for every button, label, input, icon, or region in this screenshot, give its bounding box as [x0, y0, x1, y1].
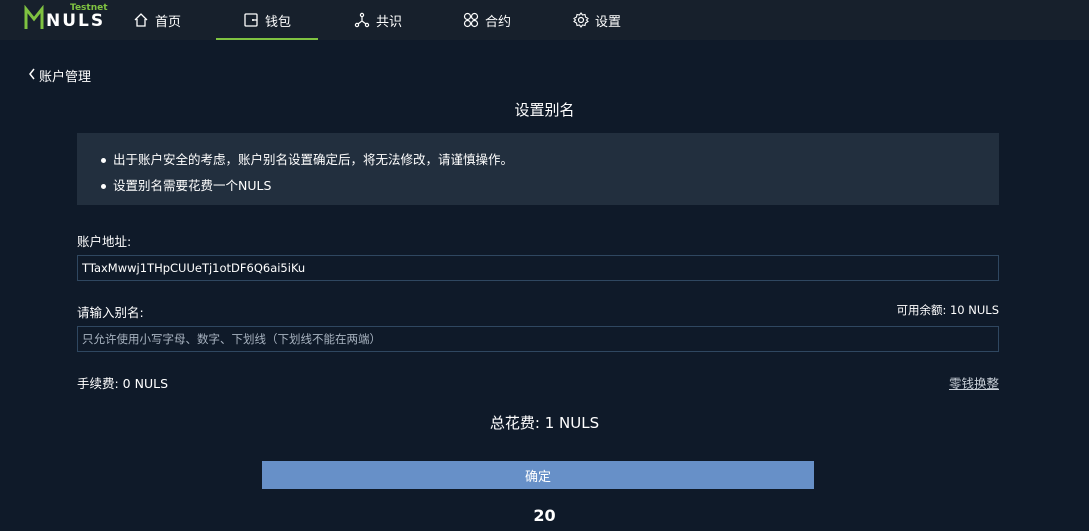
- grid-circles-icon: [463, 12, 479, 28]
- nav-item-label: 首页: [155, 14, 182, 30]
- back-to-account-management[interactable]: 账户管理: [28, 66, 91, 85]
- countdown-number: 20: [533, 506, 556, 525]
- nav-item-label: 合约: [485, 14, 512, 30]
- page-title: 设置别名: [514, 101, 575, 119]
- network-nodes-icon: [354, 12, 370, 28]
- nav-item-contract[interactable]: 合约: [463, 0, 511, 40]
- nuls-logo-mark-icon: [24, 5, 44, 29]
- alias-input[interactable]: [77, 326, 999, 352]
- nav-item-label: 共识: [376, 14, 403, 30]
- address-field[interactable]: [77, 255, 999, 281]
- nav-item-home[interactable]: 首页: [133, 0, 181, 40]
- available-balance: 可用余额: 10 NULS: [896, 303, 999, 317]
- nav-item-wallet[interactable]: 钱包: [215, 0, 319, 40]
- nav-item-consensus[interactable]: 共识: [354, 0, 402, 40]
- back-label: 账户管理: [39, 70, 92, 85]
- nav-item-settings[interactable]: 设置: [573, 0, 621, 40]
- alias-label: 请输入别名:: [77, 305, 144, 320]
- home-icon: [133, 12, 149, 28]
- wallet-icon: [243, 12, 259, 28]
- logo-wordmark: NULS: [46, 11, 106, 31]
- change-consolidation-link[interactable]: 零钱换整: [949, 373, 999, 392]
- total-cost: 总花费: 1 NULS: [489, 414, 600, 432]
- nav-item-label: 钱包: [265, 14, 292, 30]
- nav-item-label: 设置: [595, 14, 622, 30]
- gear-icon: [573, 12, 589, 28]
- top-nav-bar: Testnet NULS 首页 钱包 共识 合约 设置: [0, 0, 1089, 40]
- notice-item: 出于账户安全的考虑，账户别名设置确定后，将无法修改，请谨慎操作。: [101, 147, 999, 173]
- fee-label: 手续费: 0 NULS: [77, 376, 169, 391]
- confirm-button[interactable]: 确定: [262, 461, 814, 489]
- notice-item: 设置别名需要花费一个NULS: [101, 173, 999, 199]
- address-label: 账户地址:: [77, 234, 132, 249]
- nuls-logo[interactable]: Testnet NULS: [24, 3, 108, 35]
- notice-box: 出于账户安全的考虑，账户别名设置确定后，将无法修改，请谨慎操作。 设置别名需要花…: [77, 133, 999, 205]
- chevron-left-icon: [28, 68, 36, 84]
